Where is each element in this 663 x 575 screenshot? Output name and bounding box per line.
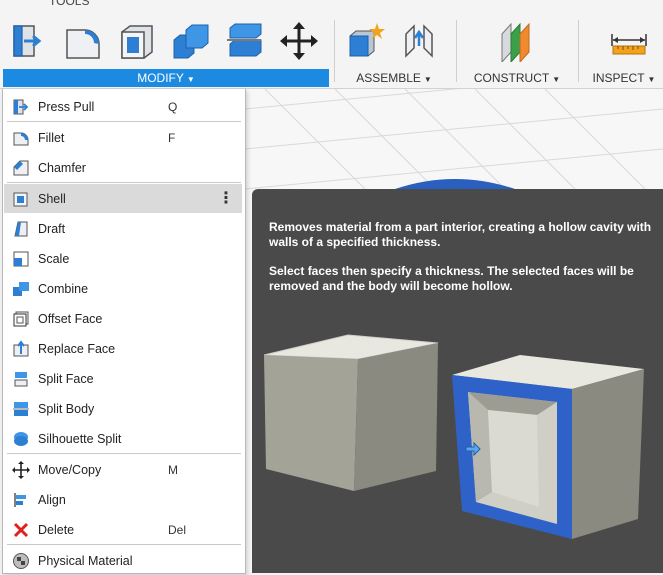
menu-item-offset-face[interactable]: Offset Face xyxy=(4,304,242,333)
caret-down-icon: ▼ xyxy=(647,75,656,84)
offset-plane-icon[interactable] xyxy=(496,20,538,62)
construct-group-button[interactable]: CONSTRUCT ▼ xyxy=(463,69,571,87)
menu-item-fillet[interactable]: Fillet F xyxy=(4,123,242,152)
split-face-icon xyxy=(12,370,30,388)
shell-illustration xyxy=(263,334,644,539)
modify-group-button[interactable]: MODIFY ▼ xyxy=(3,69,329,87)
menu-item-combine[interactable]: Combine xyxy=(4,274,242,303)
press-pull-icon xyxy=(12,98,30,116)
menu-divider xyxy=(7,453,241,454)
silhouette-split-icon xyxy=(12,430,30,448)
move-icon[interactable] xyxy=(278,20,320,62)
move-copy-icon xyxy=(12,460,30,479)
menu-item-split-body[interactable]: Split Body xyxy=(4,394,242,423)
menu-item-scale[interactable]: Scale xyxy=(4,244,242,273)
shell-icon xyxy=(12,190,30,208)
tools-label: TOOLS xyxy=(49,0,90,8)
more-options-icon[interactable]: ⋮ xyxy=(218,190,234,207)
menu-divider xyxy=(7,182,241,183)
caret-down-icon: ▼ xyxy=(423,75,432,84)
align-icon xyxy=(12,491,30,509)
inspect-group-button[interactable]: INSPECT ▼ xyxy=(585,69,663,87)
menu-item-silhouette-split[interactable]: Silhouette Split xyxy=(4,424,242,453)
fillet-icon xyxy=(12,129,30,147)
shelled-box-illustration xyxy=(452,355,644,539)
menu-item-shell[interactable]: Shell ⋮ xyxy=(4,184,242,213)
group-separator xyxy=(334,20,335,82)
combine-icon[interactable] xyxy=(170,20,212,62)
menu-item-align[interactable]: Align xyxy=(4,485,242,514)
menu-item-move-copy[interactable]: Move/Copy M xyxy=(4,455,242,484)
caret-down-icon: ▼ xyxy=(186,75,195,84)
group-separator xyxy=(456,20,457,82)
shell-icon[interactable] xyxy=(116,20,158,62)
solid-box-illustration xyxy=(263,334,439,491)
modify-dropdown-menu: Press Pull Q Fillet F Chamfer Shell ⋮ Dr… xyxy=(2,89,246,574)
toolbar: TOOLS MODIFY ▼ ASSEMBLE ▼ CONSTRUCT ▼ IN… xyxy=(0,0,663,89)
press-pull-icon[interactable] xyxy=(8,20,50,62)
new-component-icon[interactable] xyxy=(344,20,386,62)
menu-item-physical-material[interactable]: Physical Material xyxy=(4,546,242,575)
fillet-icon[interactable] xyxy=(62,20,104,62)
group-separator xyxy=(578,20,579,82)
scale-icon xyxy=(12,250,30,268)
menu-item-replace-face[interactable]: Replace Face xyxy=(4,334,242,363)
menu-divider xyxy=(7,121,241,122)
shell-tooltip: Removes material from a part interior, c… xyxy=(252,189,663,573)
offset-face-icon xyxy=(12,310,30,328)
menu-item-draft[interactable]: Draft xyxy=(4,214,242,243)
menu-item-press-pull[interactable]: Press Pull Q xyxy=(4,92,242,121)
measure-icon[interactable] xyxy=(608,20,650,62)
assemble-group-button[interactable]: ASSEMBLE ▼ xyxy=(340,69,448,87)
joint-icon[interactable] xyxy=(398,20,440,62)
menu-item-split-face[interactable]: Split Face xyxy=(4,364,242,393)
split-body-icon[interactable] xyxy=(224,20,266,62)
menu-item-chamfer[interactable]: Chamfer xyxy=(4,153,242,182)
split-body-icon xyxy=(12,400,30,418)
menu-divider xyxy=(7,544,241,545)
draft-icon xyxy=(12,220,30,238)
delete-icon xyxy=(12,521,30,539)
combine-icon xyxy=(12,280,30,298)
menu-item-delete[interactable]: Delete Del xyxy=(4,515,242,544)
physical-material-icon xyxy=(12,552,30,570)
caret-down-icon: ▼ xyxy=(552,75,561,84)
chamfer-icon xyxy=(12,159,30,177)
replace-face-icon xyxy=(12,339,30,358)
